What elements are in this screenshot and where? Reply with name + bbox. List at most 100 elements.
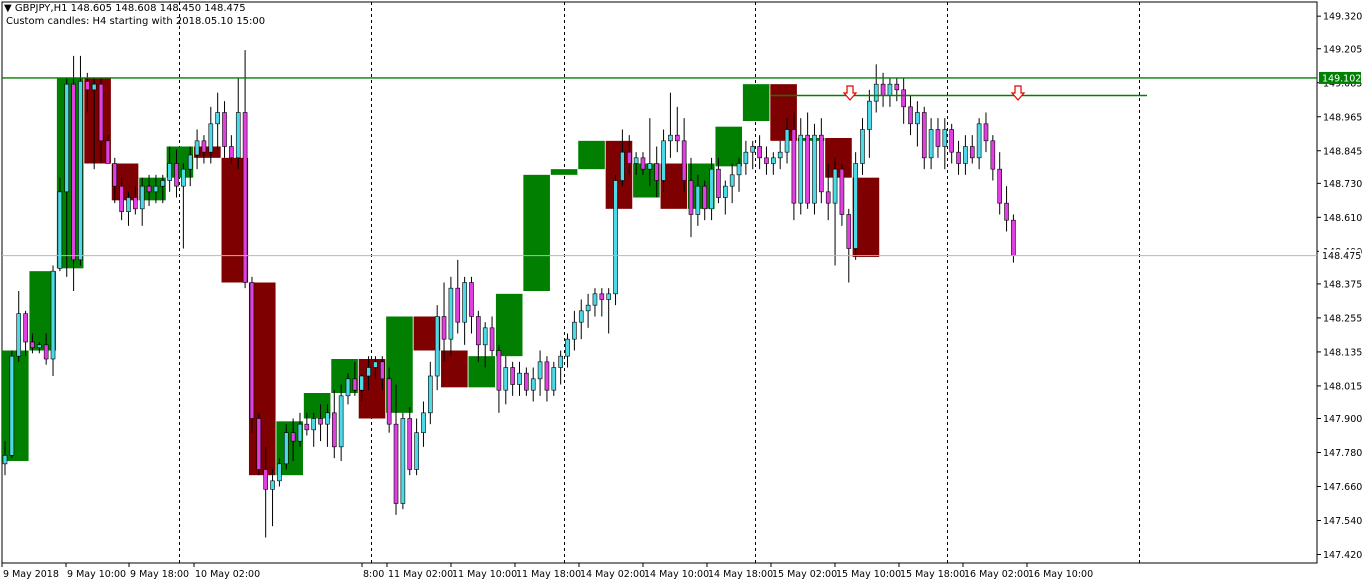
h1-candle (825, 191, 831, 204)
h1-candle (606, 293, 611, 300)
h1-candle (105, 140, 111, 164)
h1-candle (9, 355, 15, 456)
h1-candle (146, 185, 152, 193)
y-tick-label: 148.255 (1323, 313, 1362, 324)
h1-candle (338, 395, 344, 448)
h1-candle (894, 83, 900, 91)
h1-candle (990, 140, 996, 170)
h1-candle (421, 412, 426, 433)
h1-candle (290, 432, 296, 442)
h1-candle (517, 372, 522, 385)
h1-candle (112, 163, 118, 187)
h1-candle (510, 367, 515, 385)
h1-candle (153, 185, 159, 193)
h1-candle (325, 412, 330, 425)
h1-candle (91, 83, 97, 91)
resistance-price-label: 149.102 (1322, 73, 1361, 84)
h1-candle (908, 106, 913, 125)
h1-candle (791, 129, 797, 204)
h1-candle (489, 327, 495, 351)
h1-candle (297, 423, 303, 442)
h1-candle (681, 140, 687, 181)
h4-candle (2, 350, 29, 461)
h1-candle (572, 321, 577, 340)
h1-candle (702, 185, 708, 210)
h1-candle (160, 180, 166, 187)
h1-candle (722, 185, 728, 198)
h1-candle (709, 168, 714, 210)
h1-candle (139, 185, 145, 210)
h1-candle (23, 313, 28, 343)
h1-candle (503, 367, 509, 391)
h1-candle (263, 469, 268, 490)
x-tick-label: 16 May 10:00 (1028, 569, 1093, 580)
x-tick-label: 9 May 10:00 (67, 569, 126, 580)
h4-candle (550, 169, 578, 175)
h1-candle (345, 378, 351, 397)
h1-candle (750, 146, 756, 153)
h1-candle (784, 129, 790, 153)
candlestick-chart[interactable]: 149.320149.205149.085148.965148.845148.7… (0, 0, 1362, 585)
bid-price-label: 148.475 (1322, 251, 1361, 262)
h1-candle (222, 112, 227, 147)
h1-candle (688, 180, 694, 215)
x-tick-label: 11 May 10:00 (452, 569, 517, 580)
h1-candle (805, 134, 810, 204)
h1-candle (530, 378, 536, 391)
h1-candle (901, 89, 906, 108)
h1-candle (235, 112, 241, 159)
down-arrow-icon (842, 85, 858, 101)
h1-candle (119, 185, 124, 212)
h1-candle (167, 163, 172, 181)
h1-candle (455, 287, 461, 323)
h1-candle (880, 83, 886, 96)
h1-candle (819, 134, 824, 193)
h1-candle (270, 480, 275, 490)
h1-candle (558, 355, 563, 368)
down-arrow-icon (1010, 85, 1026, 101)
h1-candle (942, 129, 948, 147)
h1-candle (613, 180, 618, 295)
h1-candle (441, 316, 447, 340)
h1-candle (352, 378, 358, 391)
h4-candle (441, 350, 468, 388)
h1-candle (640, 157, 646, 170)
x-tick-label: 15 May 10:00 (836, 569, 901, 580)
h1-candle (476, 316, 481, 346)
h1-candle (674, 134, 680, 142)
h1-candle (50, 270, 56, 360)
h1-candle (867, 100, 872, 130)
symbol-ohlc-text: GBPJPY,H1 148.605 148.608 148.450 148.47… (14, 3, 246, 14)
h1-candle (98, 83, 104, 142)
h1-candle (949, 129, 954, 153)
h1-candle (229, 146, 234, 159)
h1-candle (448, 287, 454, 340)
y-tick-label: 148.610 (1323, 213, 1362, 224)
x-tick-label: 16 May 02:00 (964, 569, 1029, 580)
h1-candle (331, 412, 337, 448)
y-tick-label: 148.375 (1323, 279, 1362, 290)
h1-candle (407, 418, 413, 470)
h1-candle (78, 81, 83, 261)
plot-frame (1, 1, 1318, 564)
h1-candle (181, 168, 186, 187)
y-tick-label: 149.205 (1323, 44, 1362, 55)
h1-candle (16, 313, 22, 357)
h1-candle (393, 423, 399, 504)
h1-candle (126, 197, 131, 212)
h1-candle (283, 432, 289, 465)
h1-candle (771, 157, 776, 164)
h1-candle (469, 282, 474, 317)
h1-candle (366, 367, 371, 377)
h1-candle (661, 140, 666, 181)
h1-candle (921, 112, 927, 159)
dropdown-triangle-icon[interactable]: ▼ (4, 3, 12, 14)
h4-candle (495, 293, 523, 357)
h1-candle (71, 83, 76, 261)
x-tick-label: 15 May 02:00 (772, 569, 837, 580)
h1-candle (812, 134, 817, 204)
h1-candle (860, 129, 865, 164)
y-tick-label: 147.780 (1323, 448, 1362, 459)
h1-candle (36, 344, 42, 348)
custom-candles-note: Custom candles: H4 starting with 2018.05… (6, 16, 266, 27)
